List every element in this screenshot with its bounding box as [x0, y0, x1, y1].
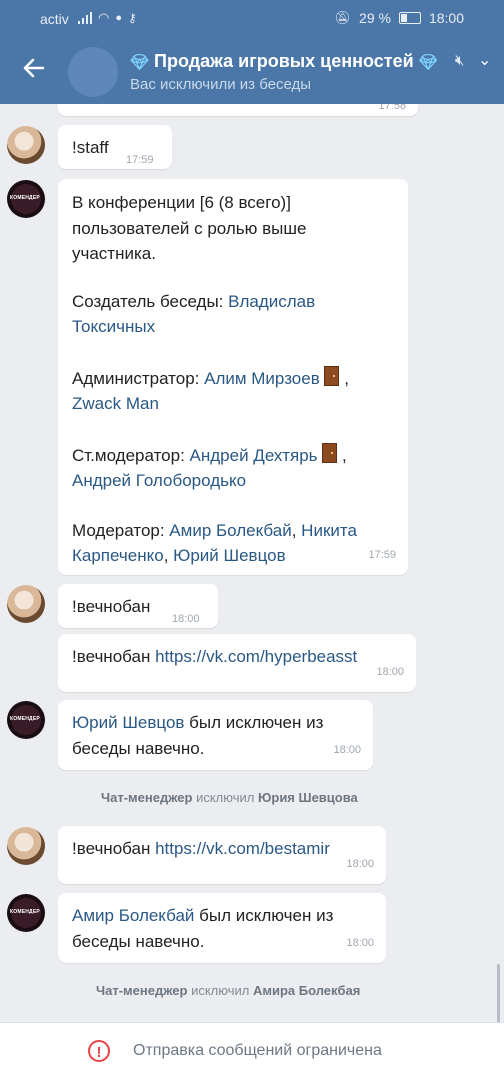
clock: 18:00 — [428, 10, 464, 26]
message-link[interactable]: https://vk.com/bestamir — [155, 839, 330, 858]
battery-percent: 29 % — [359, 10, 391, 26]
system-target[interactable]: Амира Болекбая — [253, 983, 360, 998]
system-target[interactable]: Юрия Шевцова — [258, 790, 358, 805]
message-text: !staff — [72, 138, 109, 157]
message-line: В конференции [6 (8 всего)] — [72, 193, 291, 212]
user-link[interactable]: Юрий Шевцов — [72, 713, 184, 732]
avatar[interactable]: КОМЕНДЕР — [7, 180, 45, 218]
message-time: 18:00 — [333, 743, 361, 756]
avatar[interactable] — [7, 126, 45, 164]
system-actor[interactable]: Чат-менеджер — [96, 983, 187, 998]
message-text: беседы навечно. — [72, 931, 205, 951]
status-bar: activ ◠ ● ⚷ 🔕︎ 29 % 18:00 — [0, 0, 504, 38]
system-message: Чат-менеджер исключил Амира Болекбая — [96, 983, 360, 998]
system-actor[interactable]: Чат-менеджер — [101, 790, 192, 805]
message-bubble: !staff 17:59 — [58, 125, 172, 169]
chat-avatar[interactable] — [68, 47, 118, 97]
door-emoji-icon — [322, 442, 338, 463]
warning-icon: ! — [88, 1040, 110, 1062]
diamond-icon: 💎︎ — [418, 53, 438, 71]
mute-icon: 🔇︎ — [455, 52, 465, 69]
user-link[interactable]: Никита — [301, 521, 357, 540]
message-time: 18:00 — [172, 613, 200, 625]
user-link[interactable]: Zwack Man — [72, 394, 159, 413]
system-action: исключил — [192, 790, 258, 805]
message-time: 17:59 — [368, 548, 396, 561]
user-link[interactable]: Карпеченко — [72, 546, 164, 565]
message-bubble: 17:58 — [58, 104, 418, 116]
diamond-icon: 💎︎ — [130, 53, 150, 71]
user-link[interactable]: Владислав — [228, 292, 315, 311]
message-text: !вечнобан — [72, 597, 151, 616]
key-icon: ⚷ — [128, 11, 137, 25]
footer-text: Отправка сообщений ограничена — [133, 1042, 382, 1059]
user-link[interactable]: Андрей Голобородько — [72, 471, 246, 490]
user-link[interactable]: Амир Болекбай — [169, 521, 291, 540]
message-bubble: В конференции [6 (8 всего)] пользователе… — [58, 179, 408, 575]
restricted-footer: ! Отправка сообщений ограничена — [0, 1022, 504, 1081]
system-action: исключил — [187, 983, 253, 998]
role-label: Администратор: — [72, 368, 205, 388]
chat-title[interactable]: 💎︎ Продажа игровых ценностей 💎︎ — [130, 51, 438, 72]
chat-header: 💎︎ Продажа игровых ценностей 💎︎ Вас искл… — [0, 38, 504, 104]
role-label: Ст.модератор: — [72, 445, 190, 465]
carrier-label: activ — [40, 11, 69, 27]
message-bubble: !вечнобан 18:00 — [58, 584, 218, 628]
silent-bell-icon: 🔕︎ — [334, 10, 352, 25]
avatar[interactable] — [7, 827, 45, 865]
avatar[interactable]: КОМЕНДЕР — [7, 701, 45, 739]
message-time: 18:00 — [346, 857, 374, 870]
chat-title-text: Продажа игровых ценностей — [154, 51, 414, 71]
message-bubble: !вечнобан https://vk.com/bestamir 18:00 — [58, 826, 386, 884]
message-time: 17:59 — [126, 154, 154, 166]
user-link[interactable]: Юрий Шевцов — [173, 546, 285, 565]
message-text: был исключен из — [184, 713, 324, 732]
wifi-icon: ◠ — [98, 10, 110, 25]
chat-notification-icon: ● — [115, 12, 122, 24]
message-bubble: Амир Болекбай был исключен из беседы нав… — [58, 893, 386, 963]
message-text: !вечнобан — [72, 647, 151, 666]
user-link[interactable]: Токсичных — [72, 317, 155, 336]
message-time: 17:58 — [378, 104, 406, 112]
message-line: пользователей с ролью выше — [72, 218, 307, 238]
message-text: был исключен из — [194, 906, 334, 925]
back-arrow-icon[interactable] — [18, 55, 50, 87]
role-label: Модератор: — [72, 520, 170, 540]
message-line: участника. — [72, 244, 156, 263]
status-icons: ◠ ● ⚷ — [78, 10, 137, 26]
chat-subtitle: Вас исключили из беседы — [130, 76, 312, 93]
message-list[interactable]: 17:58 !staff 17:59 КОМЕНДЕР В конференци… — [0, 104, 504, 1022]
message-text: беседы навечно. — [72, 738, 205, 758]
message-bubble: !вечнобан https://vk.com/hyperbeasst 18:… — [58, 634, 416, 692]
message-time: 18:00 — [376, 665, 404, 678]
door-emoji-icon — [324, 365, 340, 386]
role-label: Создатель беседы: — [72, 291, 229, 311]
chevron-down-icon[interactable]: ⌄ — [478, 50, 491, 70]
avatar[interactable]: КОМЕНДЕР — [7, 894, 45, 932]
message-text: !вечнобан — [72, 839, 151, 858]
scrollbar[interactable] — [497, 964, 500, 1022]
user-link[interactable]: Андрей Дехтярь — [190, 446, 318, 465]
battery-icon — [398, 12, 421, 24]
message-link[interactable]: https://vk.com/hyperbeasst — [155, 647, 357, 666]
system-message: Чат-менеджер исключил Юрия Шевцова — [101, 790, 358, 805]
signal-icon — [78, 12, 92, 24]
user-link[interactable]: Амир Болекбай — [72, 906, 194, 925]
message-bubble: Юрий Шевцов был исключен из беседы навеч… — [58, 700, 373, 770]
avatar[interactable] — [7, 585, 45, 623]
message-time: 18:00 — [346, 936, 374, 949]
user-link[interactable]: Алим Мирзоев — [204, 369, 320, 388]
